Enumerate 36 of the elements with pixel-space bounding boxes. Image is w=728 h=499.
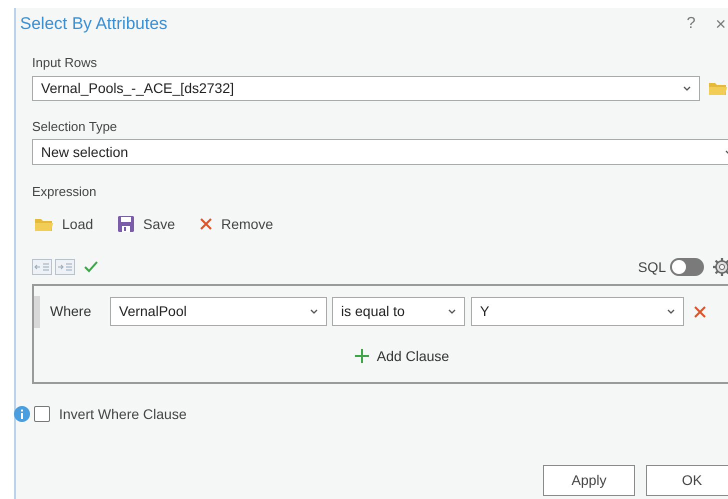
checkbox-label: Invert Where Clause: [59, 404, 187, 424]
caret-icon: [310, 309, 318, 314]
sql-label: SQL: [638, 258, 666, 277]
input-rows-dropdown[interactable]: Vernal_Pools_-_ACE_[ds2732]: [32, 76, 700, 100]
toolbar-button[interactable]: Save: [117, 214, 176, 234]
folder-icon: [708, 80, 728, 96]
field-label: Input Rows: [32, 54, 98, 72]
toolbar-button[interactable]: Remove: [199, 214, 274, 234]
add-clause-button[interactable]: Add Clause: [354, 346, 450, 366]
dialog-button[interactable]: Apply: [543, 465, 635, 496]
indent-right-icon: [55, 259, 75, 275]
field-label: Selection Type: [32, 118, 118, 136]
dialog-button[interactable]: OK: [646, 465, 728, 496]
folder-icon: [34, 216, 54, 232]
selection-type-dropdown[interactable]: New selection: [32, 139, 728, 165]
checkmark-icon: [83, 260, 99, 274]
invert-checkbox[interactable]: [34, 406, 50, 422]
indent-left-icon: [32, 259, 52, 275]
caret-icon: [683, 86, 691, 90]
help-button[interactable]: ?: [686, 12, 696, 36]
operator-dropdown[interactable]: is equal to: [332, 297, 465, 326]
remove-clause-button[interactable]: [694, 306, 706, 318]
close-button[interactable]: ×: [715, 10, 726, 38]
toolbar-button[interactable]: Load: [34, 214, 94, 234]
section-label: Expression: [32, 183, 98, 201]
x-icon: [694, 306, 706, 318]
where-label: Where: [50, 302, 92, 321]
settings-icon[interactable]: [712, 257, 728, 277]
plus-icon: [354, 349, 369, 363]
dialog-title: Select By Attributes: [20, 13, 168, 36]
caret-icon: [448, 309, 456, 314]
caret-icon: [667, 309, 675, 314]
x-icon: [199, 217, 214, 231]
sql-toggle[interactable]: [670, 258, 704, 276]
value-dropdown[interactable]: Y: [471, 297, 684, 326]
field-dropdown[interactable]: VernalPool: [110, 297, 327, 326]
